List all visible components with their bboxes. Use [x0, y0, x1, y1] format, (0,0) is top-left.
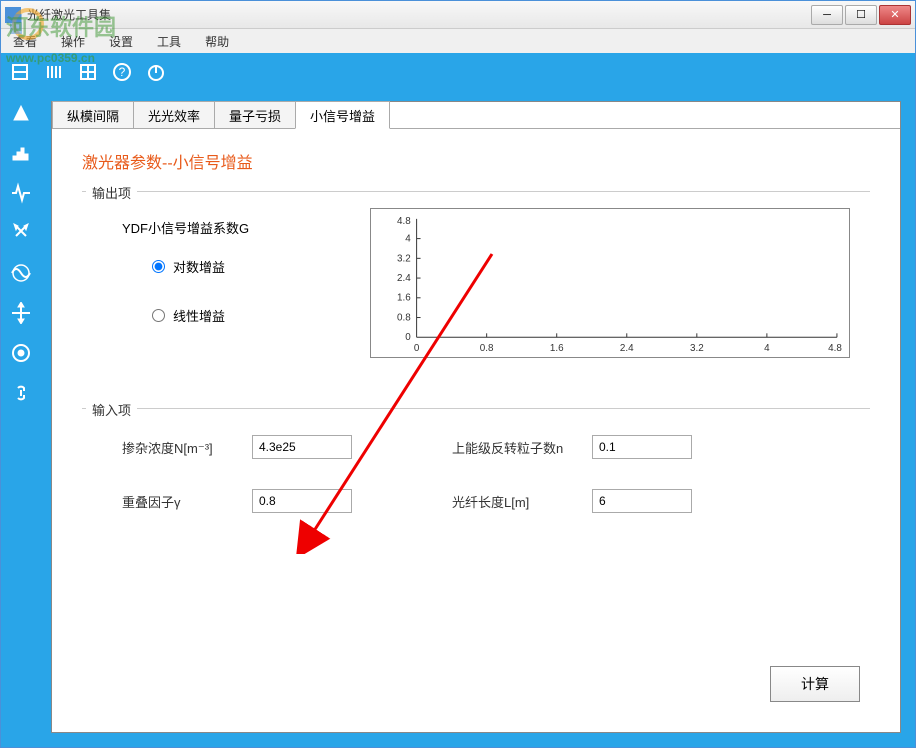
sidebar-bars-icon[interactable]: [7, 139, 35, 167]
titlebar: 光纤激光工具集 ─ ☐ ✕: [1, 1, 915, 29]
radio-log-gain[interactable]: 对数增益: [152, 257, 249, 276]
inversion-label: 上能级反转粒子数n: [452, 438, 592, 457]
svg-text:0: 0: [414, 343, 420, 354]
toolbar-btn-2[interactable]: [41, 59, 67, 85]
main-area: 纵模间隔 光光效率 量子亏损 小信号增益 激光器参数--小信号增益 输出项 YD…: [1, 91, 915, 747]
sidebar-arrows-icon[interactable]: [7, 219, 35, 247]
menu-settings[interactable]: 设置: [105, 31, 137, 52]
gain-radio-group: YDF小信号增益系数G 对数增益 线性增益: [122, 218, 249, 358]
tab-content: 激光器参数--小信号增益 输出项 YDF小信号增益系数G 对数增益: [52, 128, 900, 732]
tab-quantum-defect[interactable]: 量子亏损: [214, 101, 296, 129]
toolbar: ?: [1, 53, 915, 91]
content-area: 纵模间隔 光光效率 量子亏损 小信号增益 激光器参数--小信号增益 输出项 YD…: [41, 91, 915, 747]
svg-text:3.2: 3.2: [690, 343, 704, 354]
svg-text:0: 0: [405, 332, 411, 343]
input-fieldset: 输入项 掺杂浓度N[m⁻³] 上能级反转粒子数n 重叠因子γ 光纤长度L[m]: [82, 408, 870, 523]
tab-strip: 纵模间隔 光光效率 量子亏损 小信号增益: [52, 101, 900, 129]
toolbar-btn-3[interactable]: [75, 59, 101, 85]
output-legend: 输出项: [86, 183, 137, 202]
overlap-input[interactable]: [252, 489, 352, 513]
window-controls: ─ ☐ ✕: [811, 5, 911, 25]
minimize-button[interactable]: ─: [811, 5, 843, 25]
sidebar-target-icon[interactable]: [7, 339, 35, 367]
svg-text:2.4: 2.4: [620, 343, 634, 354]
sidebar-triangle-icon[interactable]: [7, 99, 35, 127]
sidebar-pulse-icon[interactable]: [7, 179, 35, 207]
sidebar-link-icon[interactable]: [7, 379, 35, 407]
tab-small-signal-gain[interactable]: 小信号增益: [295, 101, 390, 129]
svg-text:4.8: 4.8: [397, 216, 411, 227]
help-icon[interactable]: ?: [109, 59, 135, 85]
radio-linear-input[interactable]: [152, 309, 165, 322]
svg-text:1.6: 1.6: [397, 293, 411, 304]
svg-text:0.8: 0.8: [397, 312, 411, 323]
doping-input[interactable]: [252, 435, 352, 459]
length-input[interactable]: [592, 489, 692, 513]
svg-text:2.4: 2.4: [397, 273, 411, 284]
overlap-label: 重叠因子γ: [122, 492, 252, 511]
app-icon: [5, 7, 21, 23]
tab-optical-efficiency[interactable]: 光光效率: [133, 101, 215, 129]
main-panel: 纵模间隔 光光效率 量子亏损 小信号增益 激光器参数--小信号增益 输出项 YD…: [51, 101, 901, 733]
radio-linear-gain[interactable]: 线性增益: [152, 306, 249, 325]
inversion-input[interactable]: [592, 435, 692, 459]
output-fieldset: 输出项 YDF小信号增益系数G 对数增益 线性增益: [82, 191, 870, 368]
close-button[interactable]: ✕: [879, 5, 911, 25]
svg-text:0.8: 0.8: [480, 343, 494, 354]
window-title: 光纤激光工具集: [27, 6, 811, 23]
power-icon[interactable]: [143, 59, 169, 85]
doping-label: 掺杂浓度N[m⁻³]: [122, 438, 252, 457]
radio-log-input[interactable]: [152, 260, 165, 273]
menu-view[interactable]: 查看: [9, 31, 41, 52]
sidebar: [1, 91, 41, 747]
menu-tools[interactable]: 工具: [153, 31, 185, 52]
menu-operate[interactable]: 操作: [57, 31, 89, 52]
svg-text:1.6: 1.6: [550, 343, 564, 354]
svg-text:4.8: 4.8: [828, 343, 842, 354]
gain-chart: 0 0.8 1.6 2.4 3.2 4 4.8: [370, 208, 850, 358]
input-legend: 输入项: [86, 400, 137, 419]
menubar: 查看 操作 设置 工具 帮助: [1, 29, 915, 53]
menu-help[interactable]: 帮助: [201, 31, 233, 52]
svg-text:3.2: 3.2: [397, 253, 411, 264]
sidebar-wave-icon[interactable]: [7, 259, 35, 287]
maximize-button[interactable]: ☐: [845, 5, 877, 25]
svg-text:4: 4: [405, 234, 411, 245]
calculate-button[interactable]: 计算: [770, 666, 860, 702]
tab-longitudinal-mode[interactable]: 纵模间隔: [52, 101, 134, 129]
app-window: 光纤激光工具集 ─ ☐ ✕ 河东软件园 www.pc0359.cn 查看 操作 …: [0, 0, 916, 748]
svg-text:4: 4: [764, 343, 770, 354]
gain-group-title: YDF小信号增益系数G: [122, 218, 249, 237]
page-title: 激光器参数--小信号增益: [82, 149, 870, 173]
length-label: 光纤长度L[m]: [452, 492, 592, 511]
sidebar-cross-arrows-icon[interactable]: [7, 299, 35, 327]
svg-text:?: ?: [119, 65, 126, 79]
toolbar-btn-1[interactable]: [7, 59, 33, 85]
